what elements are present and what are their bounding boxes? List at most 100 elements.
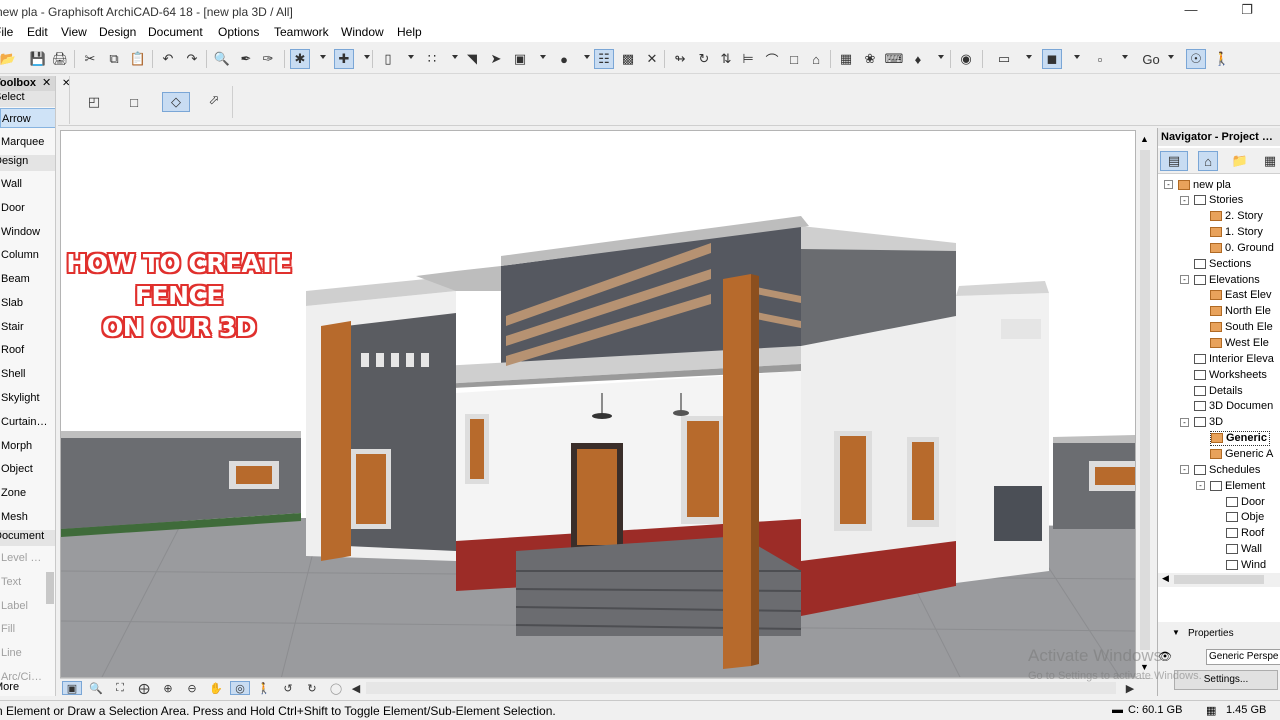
tool-object[interactable]: Object <box>0 459 55 479</box>
pan-icon[interactable]: ✋ <box>206 681 226 695</box>
scroll-right-icon[interactable]: ▶ <box>1120 681 1140 695</box>
tool-marquee[interactable]: Marquee <box>0 132 55 152</box>
elevate-icon[interactable]: ⊨ <box>738 49 758 69</box>
navigator-item[interactable]: Schedules <box>1194 462 1260 477</box>
cut-icon[interactable]: ✂ <box>80 49 100 69</box>
group-more-header[interactable]: More <box>0 681 55 696</box>
menu-file[interactable]: File <box>0 25 13 39</box>
menu-view[interactable]: View <box>61 25 87 39</box>
suspend-groups-icon[interactable]: ☷ <box>594 49 614 69</box>
navigator-item[interactable]: East Elev <box>1210 288 1271 303</box>
tree-toggle[interactable]: - <box>1180 275 1189 285</box>
globe-icon[interactable]: ◉ <box>956 49 976 69</box>
minimize-icon[interactable]: — <box>1176 2 1206 22</box>
open-icon[interactable]: 📂 <box>0 49 18 69</box>
tree-toggle[interactable]: - <box>1196 481 1205 491</box>
navigator-item[interactable]: 3D <box>1194 415 1223 430</box>
window-layout-icon[interactable]: ▭ <box>994 49 1014 69</box>
navigator-item[interactable]: Stories <box>1194 193 1243 208</box>
tool-slab[interactable]: Slab <box>0 293 55 313</box>
print-icon[interactable]: 🖨 <box>50 49 70 69</box>
group-icon[interactable]: ▣ <box>510 49 530 69</box>
gravity-icon[interactable]: ✱ <box>290 49 310 69</box>
group-design-header[interactable]: Design <box>0 155 55 171</box>
navigator-item[interactable]: Sections <box>1194 256 1251 271</box>
zoom-out-icon[interactable]: ⊖ <box>182 681 202 695</box>
tree-toggle[interactable]: - <box>1180 195 1189 205</box>
pick-up-icon[interactable]: ✒ <box>236 49 256 69</box>
previous-zoom-icon[interactable]: ↺ <box>278 681 298 695</box>
tool-mesh[interactable]: Mesh <box>0 507 55 527</box>
layers-icon[interactable]: ▩ <box>618 49 638 69</box>
menu-design[interactable]: Design <box>99 25 136 39</box>
toolbox-scrollbar[interactable] <box>46 572 54 604</box>
snap-guides-icon[interactable]: ✚ <box>334 49 354 69</box>
navigator-item[interactable]: Details <box>1194 383 1243 398</box>
redo-icon[interactable]: ↷ <box>182 49 202 69</box>
fit-in-window-icon[interactable]: ⛶ <box>110 681 130 695</box>
navigator-item[interactable]: Door <box>1226 494 1265 509</box>
morph-icon[interactable]: ♦ <box>908 49 928 69</box>
menu-options[interactable]: Options <box>218 25 259 39</box>
navigator-item[interactable]: North Ele <box>1210 304 1271 319</box>
navigator-item[interactable]: Roof <box>1226 526 1264 541</box>
navigator-item[interactable]: 0. Ground <box>1210 240 1274 255</box>
navigator-popup-icon[interactable]: ▤ <box>1160 151 1188 171</box>
3d-window-icon[interactable]: ◼ <box>1042 49 1062 69</box>
zoom-in-icon[interactable]: ⊕ <box>158 681 178 695</box>
navigator-item[interactable]: 2. Story <box>1210 209 1263 224</box>
paste-icon[interactable]: 📋 <box>128 49 148 69</box>
arrow-mode-icon[interactable]: ◇ <box>162 92 190 112</box>
tool-shell[interactable]: Shell <box>0 364 55 384</box>
menu-teamwork[interactable]: Teamwork <box>274 25 329 39</box>
paint-icon[interactable]: ❀ <box>860 49 880 69</box>
scroll-thumb[interactable] <box>1174 575 1264 584</box>
tool-arrow[interactable]: Arrow <box>0 108 55 128</box>
tool-line[interactable]: Line <box>0 643 55 663</box>
go-button[interactable]: Go <box>1138 49 1164 69</box>
view-map-icon[interactable]: 📁 <box>1230 151 1250 171</box>
roof-tool-icon[interactable]: ⌂ <box>806 49 826 69</box>
navigator-item[interactable]: Interior Eleva <box>1194 351 1274 366</box>
tree-toggle[interactable]: - <box>1164 180 1173 189</box>
fillet-icon[interactable]: ⌒ <box>762 49 782 69</box>
tool-beam[interactable]: Beam <box>0 269 55 289</box>
tool-morph[interactable]: Morph <box>0 436 55 456</box>
scroll-left-icon[interactable]: ◀ <box>1162 573 1169 584</box>
walk-icon[interactable]: 🚶 <box>1212 49 1232 69</box>
group-select-header[interactable]: Select <box>0 91 55 107</box>
align-icon[interactable]: ▯ <box>378 49 398 69</box>
next-zoom-icon[interactable]: ↻ <box>302 681 322 695</box>
tool-curtain-wall[interactable]: Curtain… <box>0 412 55 432</box>
tool-skylight[interactable]: Skylight <box>0 388 55 408</box>
tree-toggle[interactable]: - <box>1180 465 1189 475</box>
navigator-item[interactable]: 3D Documen <box>1194 399 1273 414</box>
menu-edit[interactable]: Edit <box>27 25 48 39</box>
undo-icon[interactable]: ↶ <box>158 49 178 69</box>
zoom-list-icon[interactable]: ◯ <box>326 681 346 695</box>
split-icon[interactable]: ➤ <box>486 49 506 69</box>
scroll-up-icon[interactable]: ▲ <box>1140 134 1149 144</box>
horizontal-scroll-track[interactable] <box>366 682 1116 694</box>
3d-viewport[interactable]: HOW TO CREATE FENCE ON OUR 3D <box>60 130 1136 678</box>
explore-icon[interactable]: 🚶 <box>254 681 274 695</box>
save-icon[interactable]: 💾 <box>28 49 48 69</box>
inject-icon[interactable]: ✑ <box>258 49 278 69</box>
navigator-item[interactable]: South Ele <box>1210 320 1273 335</box>
lock-icon[interactable]: ● <box>554 49 574 69</box>
scroll-left-icon[interactable]: ◀ <box>346 681 366 695</box>
tool-column[interactable]: Column <box>0 245 55 265</box>
copy-icon[interactable]: ⧉ <box>104 49 124 69</box>
pointer-icon[interactable]: ⬀ <box>204 90 224 110</box>
navigator-item[interactable]: Obje <box>1226 510 1264 525</box>
tool-roof[interactable]: Roof <box>0 340 55 360</box>
orbit-icon[interactable]: ◎ <box>230 681 250 695</box>
view-name-field[interactable]: Generic Perspe <box>1206 649 1280 665</box>
menu-window[interactable]: Window <box>341 25 384 39</box>
drag-icon[interactable]: ↬ <box>670 49 690 69</box>
mirror-icon[interactable]: ⇅ <box>716 49 736 69</box>
layout-book-icon[interactable]: ▫ <box>1090 49 1110 69</box>
grid-icon[interactable]: ∷ <box>422 49 442 69</box>
menu-help[interactable]: Help <box>397 25 422 39</box>
group-document-header[interactable]: Document <box>0 530 55 546</box>
